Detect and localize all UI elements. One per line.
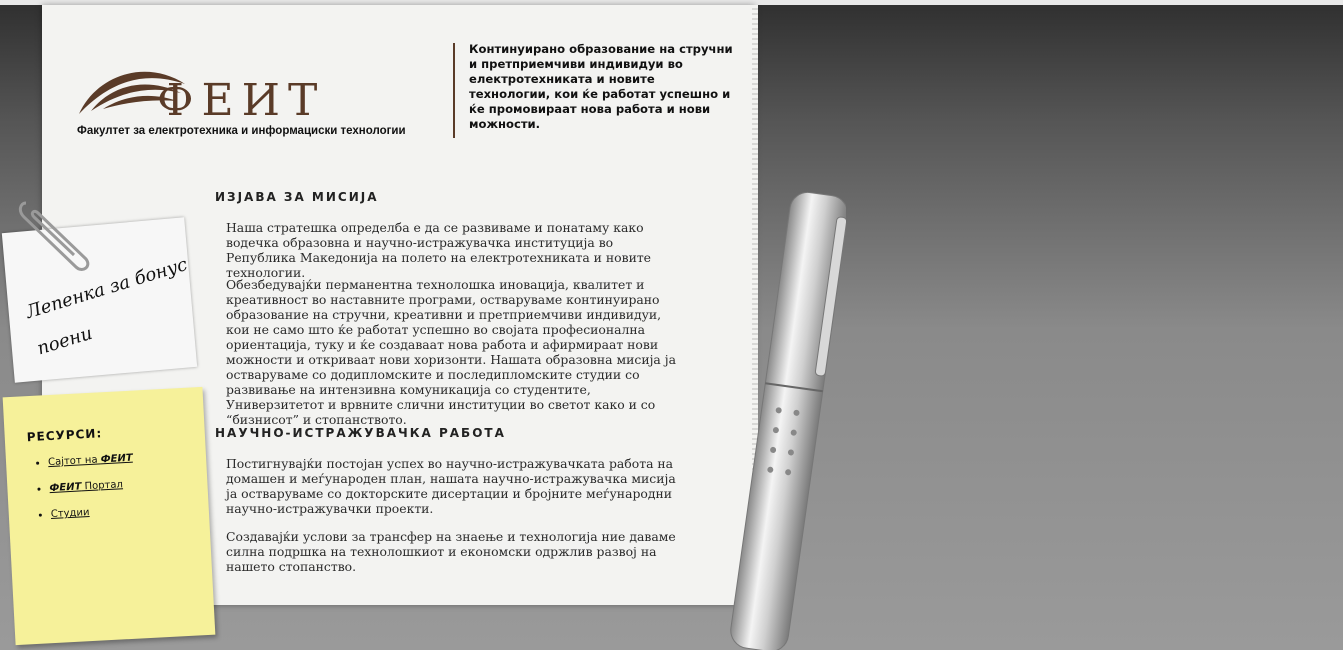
pen-icon xyxy=(730,191,846,650)
mission-paragraph-1: Наша стратешка определба е да се развива… xyxy=(226,220,652,280)
feit-portal-link[interactable]: ФЕИТ Портал xyxy=(49,479,123,494)
list-item: Саjтот на ФЕИТ xyxy=(48,453,133,468)
feit-logo[interactable]: ФЕИТ Факултет за електротехника и информ… xyxy=(77,55,422,145)
logo-subtitle: Факултет за електротехника и информациск… xyxy=(77,125,406,137)
tagline: Континуирано образование на стручни и пр… xyxy=(469,42,733,131)
list-item: ФЕИТ Портал xyxy=(49,479,134,494)
resources-sticky-note: РЕСУРСИ: Саjтот на ФЕИТ ФЕИТ Портал Студ… xyxy=(2,386,216,646)
research-paragraph-1: Постигнувајќи постојан успех во научно-и… xyxy=(226,456,676,516)
feit-site-link[interactable]: Саjтот на ФЕИТ xyxy=(48,453,133,468)
resources-list: Саjтот на ФЕИТ ФЕИТ Портал Студии xyxy=(16,453,137,537)
logo-text: ФЕИТ xyxy=(157,75,326,126)
header-divider xyxy=(453,43,455,138)
mission-heading: ИЗЈАВА ЗА МИСИЈА xyxy=(215,190,379,204)
studies-link[interactable]: Студии xyxy=(51,507,90,520)
resources-title: РЕСУРСИ: xyxy=(26,426,103,445)
list-item: Студии xyxy=(51,505,136,520)
mission-paragraph-2: Обезбедувајќи перманентна технолошка ино… xyxy=(226,277,676,427)
paperclip-icon xyxy=(18,201,90,271)
research-paragraph-2: Создавајќи услови за трансфер на знаење … xyxy=(226,529,676,574)
research-heading: НАУЧНО-ИСТРАЖУВАЧКА РАБОТА xyxy=(215,426,506,440)
